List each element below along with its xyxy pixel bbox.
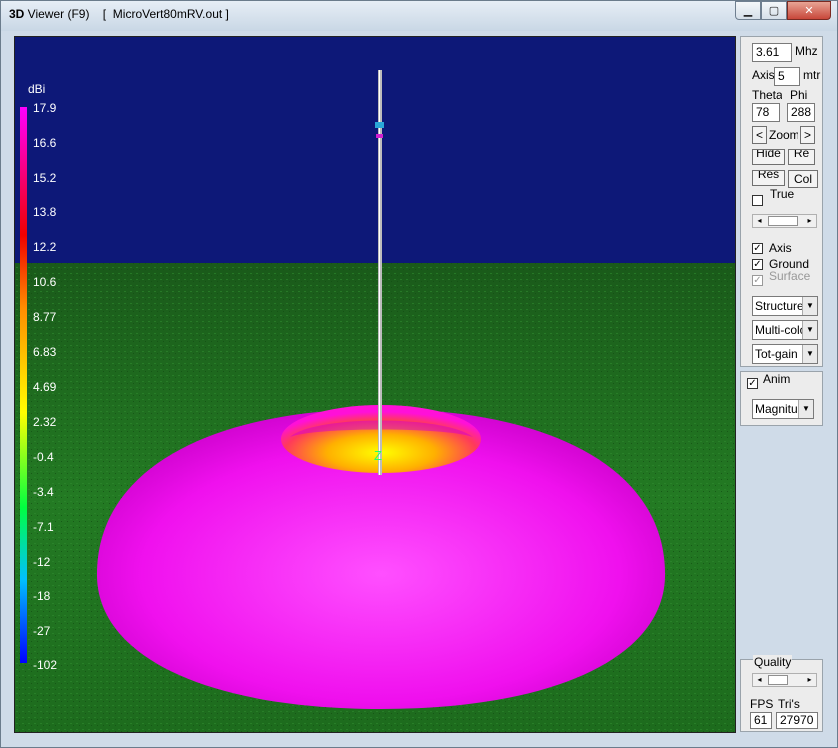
slider-left-arrow[interactable]: ◂ bbox=[753, 215, 766, 227]
loading-coil-marker bbox=[375, 122, 384, 128]
slider-right-arrow[interactable]: ▸ bbox=[803, 674, 816, 686]
legend-tick: -3.4 bbox=[33, 485, 54, 499]
view-settings-group: 3.61 Mhz Axis 5 mtr Theta Phi 78 288 < Z… bbox=[740, 36, 823, 367]
legend-tick: 2.32 bbox=[33, 415, 57, 429]
close-icon: ✕ bbox=[804, 5, 814, 17]
legend-tick: 17.9 bbox=[33, 101, 57, 115]
true-label: True bbox=[770, 187, 795, 199]
quality-group: Quality ◂ ▸ FPS Tri's 61 27970 bbox=[740, 655, 823, 732]
3d-scene: Z bbox=[15, 37, 735, 732]
color-mode-dropdown[interactable]: Multi-color ▼ bbox=[752, 320, 818, 340]
legend-tick: 12.2 bbox=[33, 240, 57, 254]
reset-button[interactable]: Re bbox=[788, 149, 815, 165]
theta-field[interactable]: 78 bbox=[752, 103, 780, 122]
close-button[interactable]: ✕ bbox=[787, 1, 831, 20]
legend-tick: 13.8 bbox=[33, 205, 57, 219]
legend-color-bar bbox=[20, 107, 27, 663]
color-button[interactable]: Col bbox=[788, 170, 818, 188]
maximize-button[interactable]: ▢ bbox=[761, 1, 787, 20]
legend-tick: -7.1 bbox=[33, 520, 54, 534]
display-mode-dropdown[interactable]: Magnitude ▼ bbox=[752, 399, 814, 419]
surface-checkbox-label: Surface bbox=[769, 269, 811, 281]
structure-dropdown[interactable]: Structure ▼ bbox=[752, 296, 818, 316]
quality-label: Quality bbox=[753, 655, 793, 669]
3d-viewport[interactable]: Z dBi 17.9 16.6 15.2 13.8 12.2 10.6 8.77… bbox=[14, 36, 736, 733]
zoom-label: Zoom bbox=[769, 128, 798, 142]
anim-checkbox-label: Anim bbox=[763, 372, 791, 384]
title-bar[interactable]: 3D Viewer (F9) [ MicroVert80mRV.out ] ▁ … bbox=[1, 1, 837, 31]
frequency-unit: Mhz bbox=[795, 44, 818, 58]
zoom-out-button[interactable]: < bbox=[752, 126, 767, 144]
tris-label: Tri's bbox=[778, 697, 800, 711]
theta-label: Theta bbox=[752, 88, 782, 102]
axis-unit: mtr bbox=[803, 68, 821, 82]
true-checkbox[interactable] bbox=[752, 195, 763, 206]
phi-label: Phi bbox=[790, 88, 808, 102]
legend-tick: -18 bbox=[33, 589, 51, 603]
legend-tick: -27 bbox=[33, 624, 51, 638]
sky bbox=[15, 37, 735, 280]
slider-thumb[interactable] bbox=[768, 675, 788, 685]
zoom-in-button[interactable]: > bbox=[800, 126, 815, 144]
surface-checkbox[interactable]: ✓ bbox=[752, 275, 763, 286]
anim-checkbox[interactable]: ✓ bbox=[747, 378, 758, 389]
legend-tick: 10.6 bbox=[33, 275, 57, 289]
window-title: 3D Viewer (F9) [ MicroVert80mRV.out ] bbox=[9, 7, 229, 21]
legend-tick: 15.2 bbox=[33, 171, 57, 185]
chevron-down-icon: ▼ bbox=[798, 400, 813, 418]
legend-tick: 16.6 bbox=[33, 136, 57, 150]
hide-button[interactable]: Hide bbox=[752, 149, 785, 165]
view-slider[interactable]: ◂ ▸ bbox=[752, 214, 817, 228]
ground-checkbox[interactable]: ✓ bbox=[752, 259, 763, 270]
z-axis-marker: Z bbox=[374, 448, 382, 463]
axis-checkbox-label: Axis bbox=[769, 241, 792, 255]
chevron-down-icon: ▼ bbox=[802, 345, 817, 363]
legend-tick: 6.83 bbox=[33, 345, 57, 359]
tris-value: 27970 bbox=[776, 712, 818, 729]
control-panel: 3.61 Mhz Axis 5 mtr Theta Phi 78 288 < Z… bbox=[740, 36, 823, 733]
viewer-window: 3D Viewer (F9) [ MicroVert80mRV.out ] ▁ … bbox=[0, 0, 838, 748]
slider-thumb[interactable] bbox=[768, 216, 798, 226]
maximize-icon: ▢ bbox=[768, 5, 780, 17]
phi-field[interactable]: 288 bbox=[787, 103, 815, 122]
chevron-down-icon: ▼ bbox=[802, 321, 817, 339]
feed-marker bbox=[376, 134, 383, 138]
quality-slider[interactable]: ◂ ▸ bbox=[752, 673, 817, 687]
fps-label: FPS bbox=[750, 697, 774, 711]
chevron-down-icon: ▼ bbox=[802, 297, 817, 315]
axis-length-field[interactable]: 5 bbox=[774, 67, 800, 86]
legend-tick: -12 bbox=[33, 555, 51, 569]
legend-tick: 4.69 bbox=[33, 380, 57, 394]
minimize-icon: ▁ bbox=[743, 5, 753, 17]
legend-tick: -102 bbox=[33, 658, 58, 672]
slider-left-arrow[interactable]: ◂ bbox=[753, 674, 766, 686]
axis-checkbox[interactable]: ✓ bbox=[752, 243, 763, 254]
slider-right-arrow[interactable]: ▸ bbox=[803, 215, 816, 227]
fps-value: 61 bbox=[750, 712, 772, 729]
legend-tick: -0.4 bbox=[33, 450, 54, 464]
gain-type-dropdown[interactable]: Tot-gain ▼ bbox=[752, 344, 818, 364]
axis-label: Axis bbox=[752, 68, 774, 82]
restore-button[interactable]: Res bbox=[752, 170, 785, 186]
legend-unit: dBi bbox=[28, 82, 46, 96]
legend-tick: 8.77 bbox=[33, 310, 57, 324]
minimize-button[interactable]: ▁ bbox=[735, 1, 761, 20]
frequency-field[interactable]: 3.61 bbox=[752, 43, 792, 62]
animation-group: ✓ Anim Magnitude ▼ bbox=[740, 371, 823, 426]
